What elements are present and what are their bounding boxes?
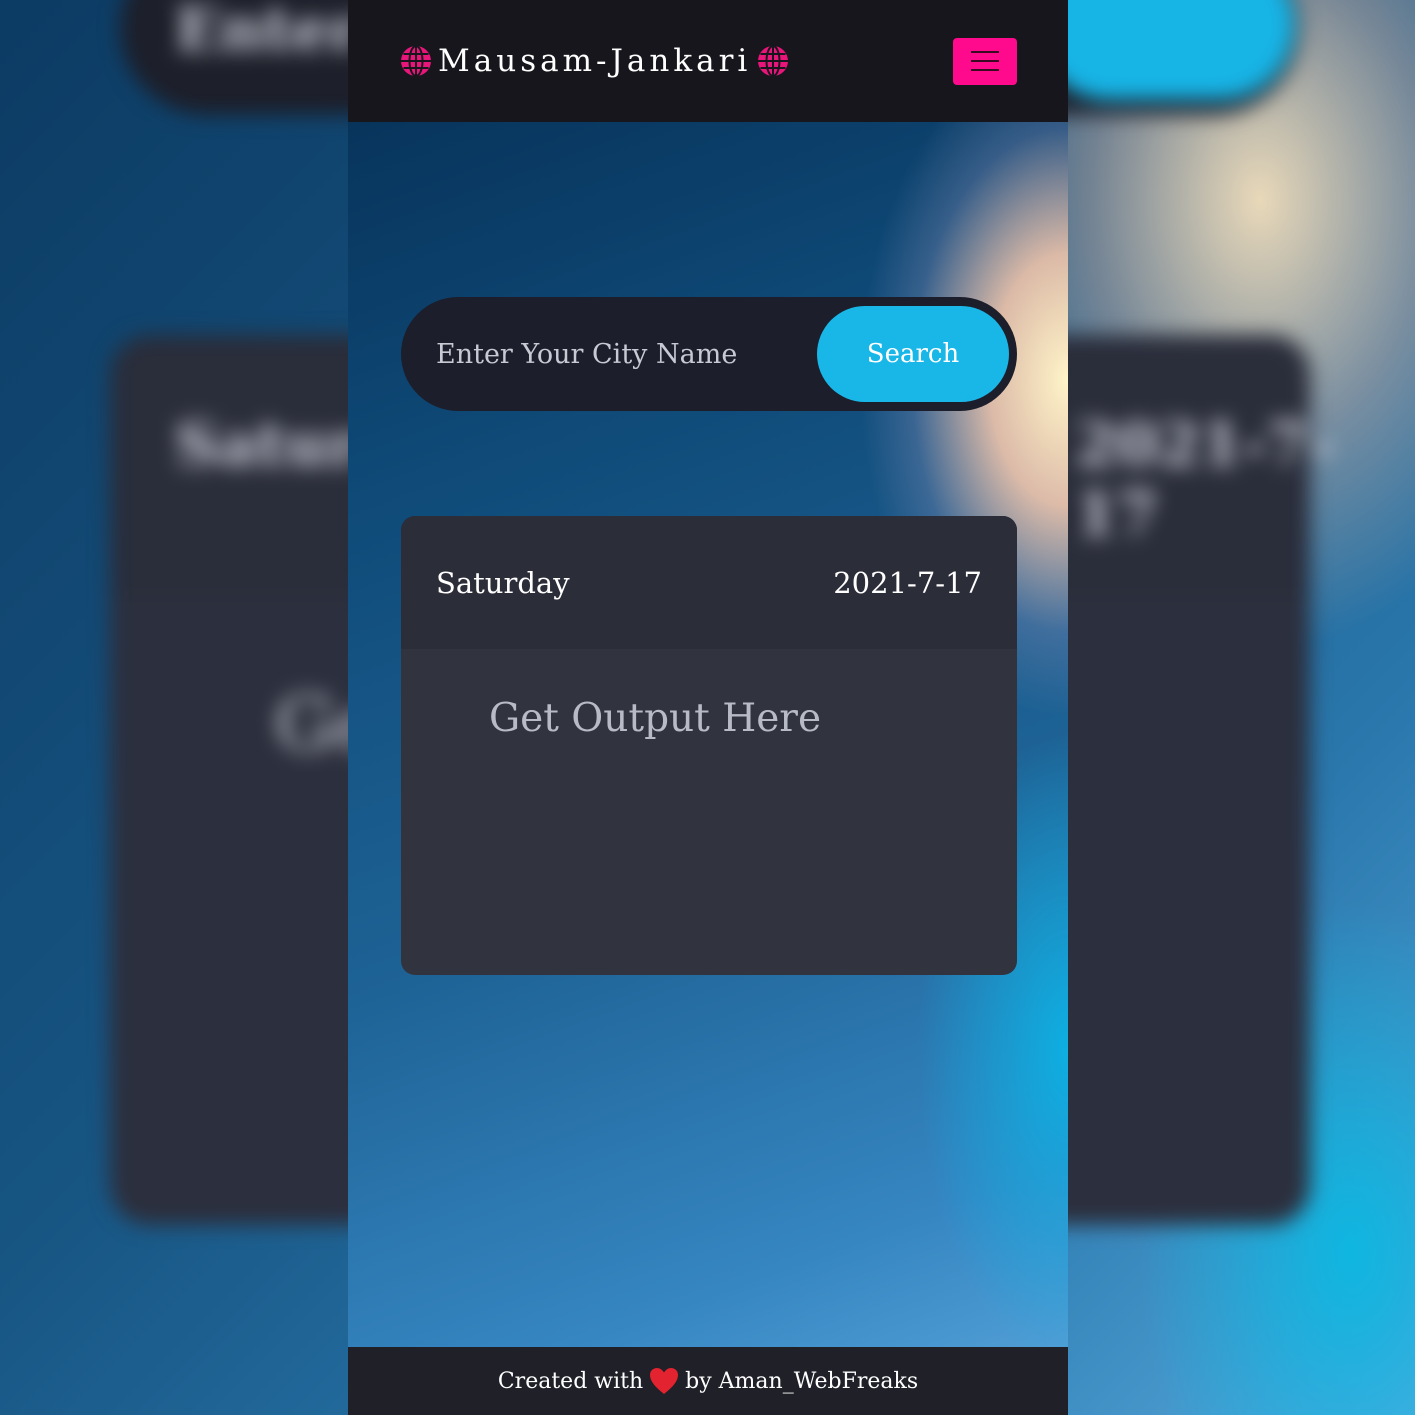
menu-toggle-button[interactable] bbox=[953, 37, 1017, 85]
globe-icon bbox=[401, 45, 431, 77]
bg-date-text: 2021-7-17 bbox=[1075, 410, 1334, 550]
navbar: Mausam-Jankari bbox=[348, 0, 1068, 122]
search-form: Search bbox=[401, 297, 1017, 411]
city-search-input[interactable] bbox=[436, 332, 806, 376]
brand[interactable]: Mausam-Jankari bbox=[400, 43, 789, 79]
footer-prefix: Created with bbox=[497, 1368, 644, 1394]
day-label: Saturday bbox=[436, 565, 570, 600]
footer-author: by Aman_WebFreaks bbox=[685, 1368, 919, 1394]
hamburger-icon bbox=[971, 60, 999, 62]
weather-output: Get Output Here bbox=[489, 696, 822, 741]
search-button[interactable]: Search bbox=[817, 306, 1009, 402]
hamburger-icon bbox=[971, 69, 999, 71]
heart-icon bbox=[650, 1368, 679, 1394]
bg-search-button bbox=[1035, 0, 1295, 100]
hamburger-icon bbox=[971, 51, 999, 53]
weather-card: Saturday 2021-7-17 Get Output Here bbox=[401, 516, 1017, 975]
card-header: Saturday 2021-7-17 bbox=[401, 516, 1017, 649]
phone-screen: Mausam-Jankari Search Saturday 2021-7-17… bbox=[348, 0, 1068, 1415]
brand-title: Mausam-Jankari bbox=[438, 43, 752, 79]
footer: Created with by Aman_WebFreaks bbox=[348, 1347, 1068, 1415]
globe-icon bbox=[758, 45, 789, 77]
date-label: 2021-7-17 bbox=[833, 565, 982, 600]
